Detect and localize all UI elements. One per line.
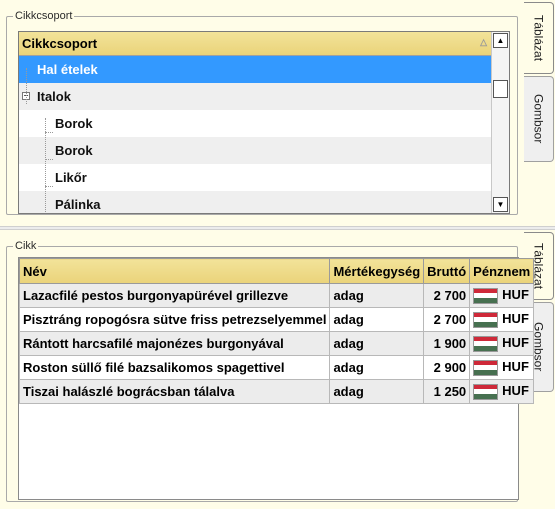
currency-label: HUF bbox=[502, 335, 529, 351]
table-row[interactable]: Roston süllő filé bazsalikomos spagettiv… bbox=[18, 355, 535, 380]
cell-mertekegyseg: adag bbox=[329, 307, 425, 332]
tree-item-label: Likőr bbox=[55, 170, 87, 185]
tree-item-italok[interactable]: − Italok bbox=[19, 83, 491, 110]
cell-brutto: 1 900 bbox=[423, 331, 471, 356]
table-row[interactable]: Rántott harcsafilé majonézes burgonyával… bbox=[18, 331, 535, 356]
cell-penznem: HUF bbox=[469, 379, 535, 404]
cell-brutto: 2 700 bbox=[423, 283, 471, 308]
tab-gombsor[interactable]: Gombsor bbox=[524, 76, 554, 162]
cell-brutto: 2 900 bbox=[423, 355, 471, 380]
column-header-penznem[interactable]: Pénznem bbox=[469, 258, 535, 284]
currency-label: HUF bbox=[502, 287, 529, 303]
cell-mertekegyseg: adag bbox=[329, 355, 425, 380]
table-header-row: Név Mértékegység Bruttó Pénznem bbox=[18, 258, 535, 284]
tab-label: Gombsor bbox=[531, 94, 546, 144]
cell-brutto: 1 250 bbox=[423, 379, 471, 404]
cell-nev: Rántott harcsafilé majonézes burgonyával bbox=[18, 331, 331, 356]
top-side-tabs: Táblázat Gombsor bbox=[518, 0, 555, 226]
cell-mertekegyseg: adag bbox=[329, 283, 425, 308]
cell-mertekegyseg: adag bbox=[329, 331, 425, 356]
tab-tablazat[interactable]: Táblázat bbox=[524, 2, 554, 74]
article-group-section: Cikkcsoport Cikkcsoport △ Hal ételek − I… bbox=[0, 0, 555, 226]
tree-item-label: Borok bbox=[55, 116, 93, 131]
column-header-mertekegyseg[interactable]: Mértékegység bbox=[329, 258, 425, 284]
cell-penznem: HUF bbox=[469, 283, 535, 308]
article-table: Név Mértékegység Bruttó Pénznem Lazacfil… bbox=[18, 258, 535, 404]
app-window: Cikkcsoport Cikkcsoport △ Hal ételek − I… bbox=[0, 0, 555, 509]
tree-item-palinka[interactable]: Pálinka bbox=[19, 191, 491, 213]
tree-item-hal-etelek[interactable]: Hal ételek bbox=[19, 56, 491, 83]
scroll-thumb[interactable] bbox=[493, 80, 508, 98]
tree-item-label: Borok bbox=[55, 143, 93, 158]
tree-connector bbox=[45, 159, 53, 160]
tree-column-header[interactable]: Cikkcsoport △ bbox=[19, 32, 491, 56]
tree-header-label: Cikkcsoport bbox=[22, 36, 98, 51]
sort-triangle-icon: △ bbox=[480, 37, 487, 47]
tree-connector bbox=[45, 213, 53, 214]
tree-connector bbox=[45, 132, 53, 133]
tree-item-label: Hal ételek bbox=[37, 62, 98, 77]
tree-item-likor[interactable]: Likőr bbox=[19, 164, 491, 191]
article-legend: Cikk bbox=[15, 240, 37, 252]
hungarian-flag-icon bbox=[473, 287, 499, 304]
column-header-nev[interactable]: Név bbox=[18, 258, 331, 284]
cell-nev: Roston süllő filé bazsalikomos spagettiv… bbox=[18, 355, 331, 380]
cell-penznem: HUF bbox=[469, 355, 535, 380]
table-row[interactable]: Tiszai halászlé bográcsban tálalva adag … bbox=[18, 379, 535, 404]
article-grid[interactable]: Név Mértékegység Bruttó Pénznem Lazacfil… bbox=[18, 257, 535, 500]
cell-penznem: HUF bbox=[469, 331, 535, 356]
hungarian-flag-icon bbox=[473, 335, 499, 352]
tree-item-borok[interactable]: Borok bbox=[19, 110, 491, 137]
table-row[interactable]: Pisztráng ropogósra sütve friss petrezse… bbox=[18, 307, 535, 332]
cell-brutto: 2 700 bbox=[423, 307, 471, 332]
tree-connector bbox=[26, 68, 27, 104]
cell-nev: Lazacfilé pestos burgonyapürével grillez… bbox=[18, 283, 331, 308]
tree-rows: Hal ételek − Italok Borok Borok Likőr Pá… bbox=[19, 56, 491, 213]
article-group-legend: Cikkcsoport bbox=[15, 10, 73, 22]
column-header-brutto[interactable]: Bruttó bbox=[423, 258, 471, 284]
currency-label: HUF bbox=[502, 311, 529, 327]
scroll-down-icon[interactable]: ▼ bbox=[493, 197, 508, 212]
currency-label: HUF bbox=[502, 383, 529, 399]
scroll-up-icon[interactable]: ▲ bbox=[493, 33, 508, 48]
hungarian-flag-icon bbox=[473, 383, 499, 400]
cell-penznem: HUF bbox=[469, 307, 535, 332]
hungarian-flag-icon bbox=[473, 311, 499, 328]
tab-label: Táblázat bbox=[531, 14, 546, 62]
table-row[interactable]: Lazacfilé pestos burgonyapürével grillez… bbox=[18, 283, 535, 308]
cell-nev: Tiszai halászlé bográcsban tálalva bbox=[18, 379, 331, 404]
tree-connector bbox=[45, 186, 53, 187]
article-group-tree[interactable]: Cikkcsoport △ Hal ételek − Italok Borok … bbox=[18, 31, 510, 214]
currency-label: HUF bbox=[502, 359, 529, 375]
tree-item-label: Pálinka bbox=[55, 197, 101, 212]
tree-item-label: Italok bbox=[37, 89, 71, 104]
hungarian-flag-icon bbox=[473, 359, 499, 376]
cell-nev: Pisztráng ropogósra sütve friss petrezse… bbox=[18, 307, 331, 332]
tree-item-borok[interactable]: Borok bbox=[19, 137, 491, 164]
cell-mertekegyseg: adag bbox=[329, 379, 425, 404]
tree-scrollbar[interactable]: ▲ ▼ bbox=[491, 32, 509, 213]
